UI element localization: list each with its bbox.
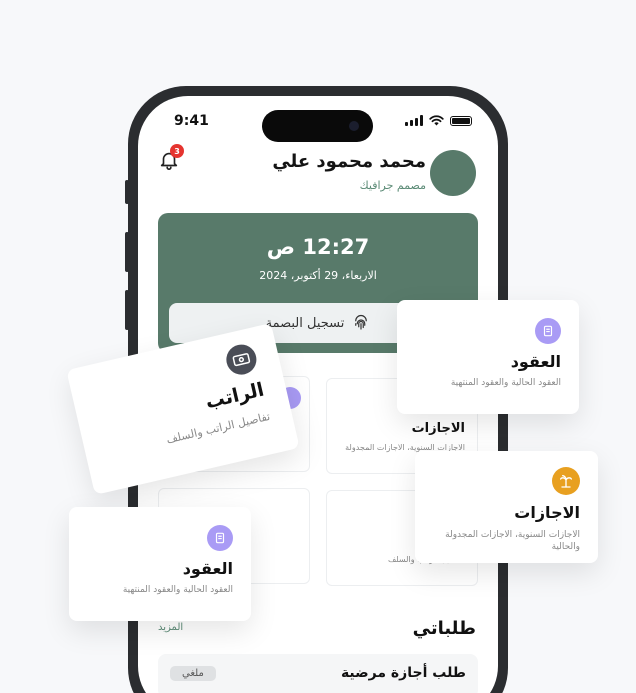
palm-tree-icon	[552, 467, 580, 495]
fingerprint-icon	[355, 314, 368, 330]
signal-icon	[405, 115, 423, 126]
requests-title: طلباتي	[412, 618, 476, 639]
money-icon	[223, 341, 260, 378]
floating-leaves-card[interactable]: الاجازات الاجازات السنوية، الاجازات المج…	[415, 451, 598, 563]
floating-salary-title: الراتب	[203, 378, 267, 414]
floating-leaves-subtitle: الاجازات السنوية، الاجازات المجدولة والح…	[445, 530, 580, 553]
phone-side-button	[125, 180, 129, 204]
attendance-time: 12:27 ص	[266, 235, 370, 259]
wifi-icon	[429, 115, 444, 126]
status-icons	[405, 115, 472, 126]
battery-icon	[450, 115, 472, 126]
attendance-date: الاربعاء، 29 أكتوبر، 2024	[259, 269, 377, 282]
request-title: طلب أجازة مرضية	[340, 665, 466, 681]
user-name: محمد محمود علي	[272, 151, 426, 172]
phone-volume-down	[125, 290, 129, 330]
notification-badge: 3	[170, 144, 184, 158]
floating-contracts-title-2: العقود	[182, 559, 233, 578]
floating-salary-subtitle: تفاصيل الراتب والسلف	[165, 409, 272, 447]
avatar[interactable]	[430, 150, 476, 196]
floating-leaves-title: الاجازات	[514, 503, 580, 522]
requests-more-link[interactable]: المزيد	[158, 622, 183, 633]
scroll-icon	[535, 318, 561, 344]
phone-volume-up	[125, 232, 129, 272]
status-badge: ملغي	[170, 666, 216, 681]
camera-dot	[349, 121, 359, 131]
floating-contracts-card[interactable]: العقود العقود الحالية والعقود المنتهية	[397, 300, 579, 414]
user-role: مصمم جرافيك	[359, 179, 426, 192]
checkin-label: تسجيل البصمة	[265, 315, 345, 331]
status-time: 9:41	[174, 113, 209, 129]
scroll-icon	[207, 525, 233, 551]
floating-contracts-card-2[interactable]: العقود العقود الحالية والعقود المنتهية	[69, 507, 251, 621]
floating-contracts-title: العقود	[510, 352, 561, 371]
floating-contracts-subtitle: العقود الحالية والعقود المنتهية	[450, 378, 561, 388]
dynamic-island	[262, 110, 373, 142]
request-item[interactable]: طلب أجازة مرضية ملغي	[158, 654, 478, 693]
leaves-card-title: الاجازات	[411, 421, 465, 436]
floating-contracts-subtitle-2: العقود الحالية والعقود المنتهية	[122, 585, 233, 595]
